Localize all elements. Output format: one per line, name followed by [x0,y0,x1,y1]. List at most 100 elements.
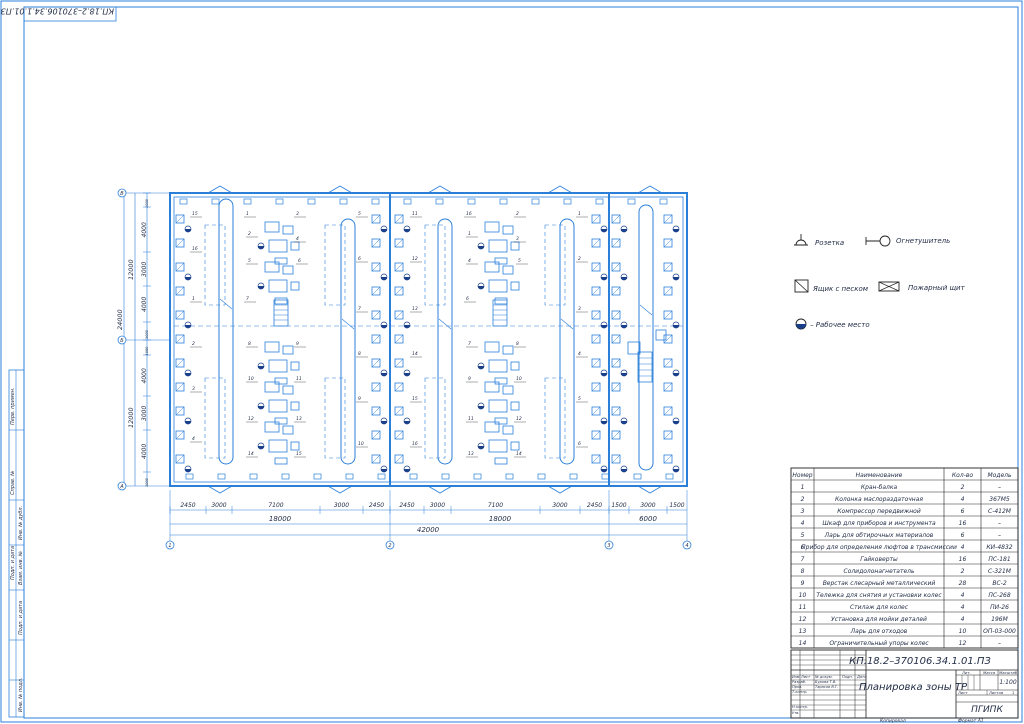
cabinet [282,385,294,395]
callout-number: 2 [516,211,519,217]
tb-mass: Масса [983,670,996,675]
bottom-wall-item [409,473,418,480]
tb-role-0: Разраб. [792,680,806,684]
cabinet-mark [611,454,621,464]
cabinet-mark [611,286,621,296]
bin [510,281,520,291]
top-wall-item [499,198,508,205]
bin [510,241,520,251]
cabinet-mark [371,262,381,272]
cabinet-mark [394,310,404,320]
cabinet-mark [371,286,381,296]
half-dim-top: 12000 [127,259,135,280]
trolley [274,457,288,465]
spec-cell-3-3: – [998,520,1001,527]
legend-label-workplace: – Рабочее место [810,321,870,329]
service-post-4 [638,204,654,471]
callout-number: 8 [358,351,361,357]
cabinet-mark [663,310,673,320]
callout-number: 7 [358,306,361,312]
trolley [274,417,288,425]
cabinet-mark [371,238,381,248]
legend-label-socket: Розетка [815,239,844,247]
callout-number: 4 [578,351,581,357]
cabinet-mark [663,262,673,272]
callout-number: 10 [248,376,254,382]
tb-org: ПГИПК [971,705,1003,715]
workplace-icon [795,318,807,330]
pit-zone-0 [204,224,226,306]
tb-name-0: Бурова Т.В. [815,680,836,684]
callout-number: 2 [248,231,251,237]
cabinet [502,225,514,235]
cabinet-mark [663,334,673,344]
spec-cell-13-0: 14 [799,640,807,647]
dim-label-12: 1500 [669,502,684,509]
cabinet-mark [175,382,185,392]
callout-number: 10 [358,441,364,447]
post-cross [219,298,233,310]
callout-number: 5 [248,258,251,264]
trolley [494,457,508,465]
side-strip-6: Инв. № подл. [18,678,24,713]
pit-zone-1 [204,377,226,459]
spec-cell-11-1: Установка для мойки деталей [831,616,927,623]
cabinet-mark [591,334,601,344]
cabinet [502,265,514,275]
cabinet-mark [663,214,673,224]
rotated-code-text: КП.18.2–370106.34.1.01.ПЗ [1,7,114,16]
sheet-outer-border [0,0,1023,723]
spec-cell-4-2: 6 [961,532,965,539]
spec-cell-12-2: 10 [959,628,967,635]
cabinet-mark [663,406,673,416]
spec-cell-0-2: 2 [961,484,965,491]
bin [290,441,300,451]
cabinet-mark [394,454,404,464]
callout-number: 4 [192,436,195,442]
rotated-code-box: КП.18.2–370106.34.1.01.ПЗ [1,7,117,22]
spec-cell-4-3: – [998,532,1001,539]
callout-number: 14 [516,451,522,457]
callout-number: 16 [412,441,418,447]
cabinet-mark [175,358,185,368]
callout-number: 15 [412,396,418,402]
spec-cell-2-3: С-412М [988,508,1012,515]
callout-number: 1 [192,296,195,302]
top-wall-item [371,198,380,205]
cabinet [282,265,294,275]
cabinet-mark [175,214,185,224]
service-post-0 [218,198,234,465]
top-wall-item [435,198,444,205]
spec-cell-5-1: Прибор для определения люфтов в трансмис… [801,544,957,551]
spec-cell-4-1: Ларь для обтирочных материалов [824,532,934,539]
tb-sheets: Листов [988,690,1004,695]
dim-label-7: 7100 [488,502,503,509]
dim-left-label-0: 1000 [145,198,149,208]
washing-unit [488,239,508,253]
cabinet-mark [663,286,673,296]
callout-number: 1 [578,211,581,217]
cabinet [282,345,294,355]
fire-extinguisher-icon [865,235,891,247]
bottom-wall-item [313,473,322,480]
washing-unit [488,359,508,373]
cabinet-mark [591,310,601,320]
callout-number: 13 [468,451,474,457]
title-block: КП.18.2–370106.34.1.01.ПЗ Изм. Лист № до… [790,649,1019,724]
axis-row-0: В [120,191,124,197]
workbench [484,381,500,393]
roof-mark [637,485,663,494]
legend-extinguisher: Огнетушитель [865,235,950,247]
tb-head-4: Дата [856,675,866,679]
callout-number: 15 [192,211,198,217]
spec-cell-0-1: Кран-балка [861,484,898,491]
cabinet-mark [371,382,381,392]
washing-unit [268,399,288,413]
cabinet-mark [591,406,601,416]
wall-equipment [175,198,680,480]
spec-cell-11-2: 4 [961,616,965,623]
callout-number: 4 [468,258,471,264]
callout-number: 16 [192,246,198,252]
roof-mark [327,185,353,194]
callout-number: 12 [412,256,418,262]
